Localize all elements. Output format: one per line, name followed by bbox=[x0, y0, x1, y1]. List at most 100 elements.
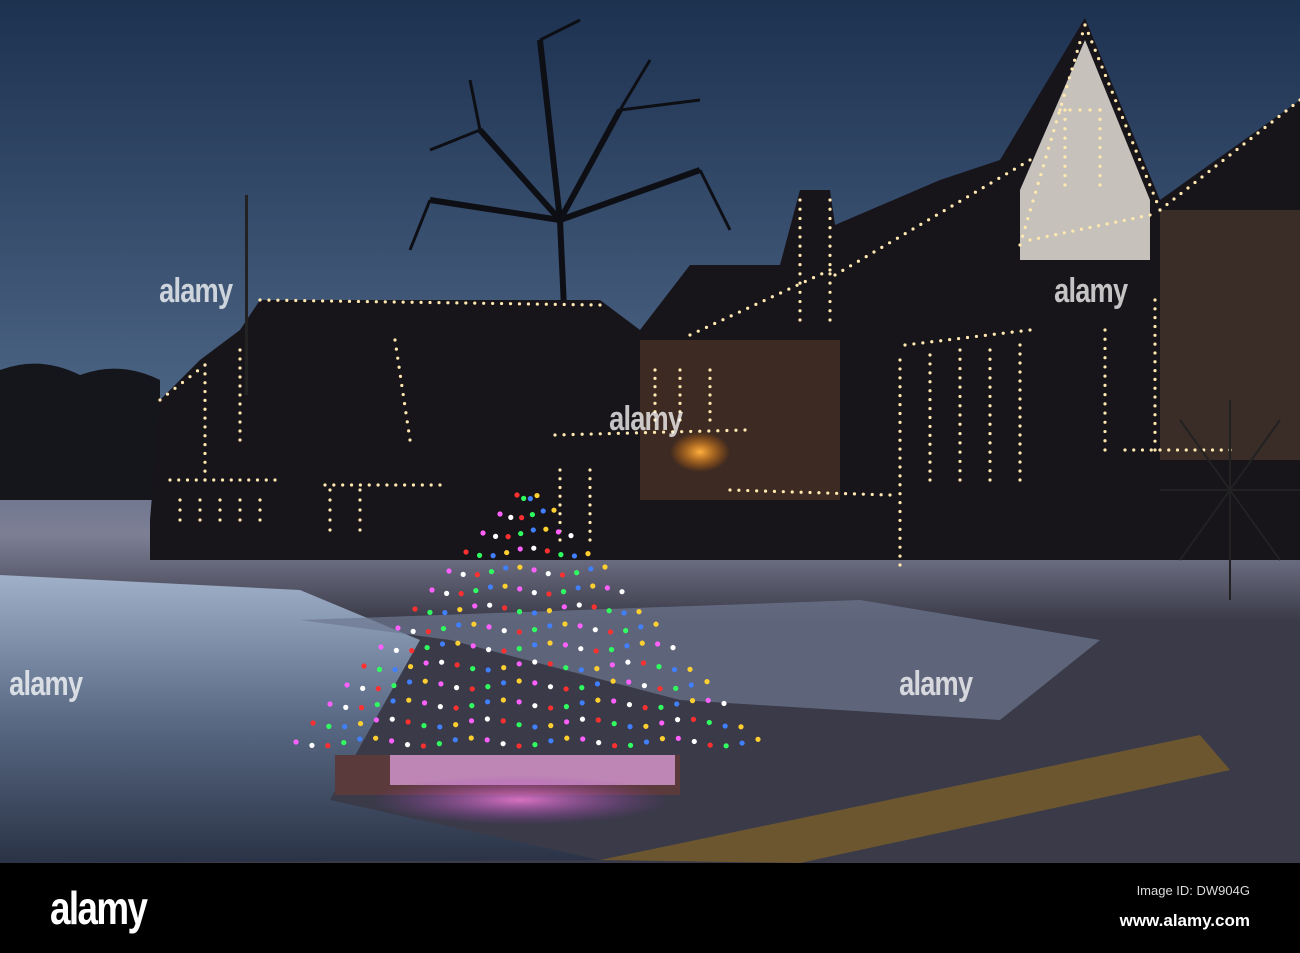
light-bulb bbox=[1005, 172, 1009, 176]
light-bulb bbox=[898, 447, 902, 451]
light-bulb bbox=[948, 338, 952, 342]
light-bulb bbox=[988, 376, 992, 380]
tree-light bbox=[578, 667, 584, 673]
light-bulb bbox=[1120, 115, 1125, 120]
tree-light bbox=[420, 743, 427, 749]
tree-light bbox=[326, 723, 332, 729]
light-bulb bbox=[178, 508, 182, 512]
tree-light bbox=[527, 496, 533, 502]
tree-light bbox=[721, 700, 727, 707]
light-bulb bbox=[347, 299, 352, 303]
light-bulb bbox=[927, 218, 931, 222]
tree-light bbox=[548, 738, 554, 744]
light-bulb bbox=[1063, 174, 1067, 178]
tree-light bbox=[580, 736, 586, 742]
light-bulb bbox=[653, 368, 657, 372]
light-bulb bbox=[1098, 174, 1102, 178]
light-bulb bbox=[1256, 131, 1260, 135]
tree-light bbox=[460, 571, 466, 577]
image-id: Image ID: DW904G bbox=[1136, 883, 1250, 898]
light-bulb bbox=[1277, 114, 1281, 119]
tree-light bbox=[611, 720, 617, 727]
tree-light bbox=[405, 719, 411, 725]
light-bulb bbox=[1153, 342, 1157, 346]
light-bulb bbox=[1153, 377, 1157, 382]
light-bulb bbox=[238, 508, 242, 512]
light-bulb bbox=[856, 259, 861, 263]
light-bulb bbox=[1018, 460, 1022, 464]
light-bulb bbox=[588, 503, 592, 507]
tree-light bbox=[659, 736, 666, 742]
light-bulb bbox=[349, 483, 354, 487]
light-bulb bbox=[798, 207, 802, 211]
tree-light bbox=[391, 682, 397, 689]
tree-light bbox=[531, 610, 538, 616]
light-bulb bbox=[203, 398, 207, 402]
light-bulb bbox=[958, 376, 962, 380]
light-bulb bbox=[989, 181, 993, 185]
light-bulb bbox=[1103, 393, 1107, 397]
tree-light bbox=[293, 739, 299, 745]
tree-light bbox=[626, 701, 633, 708]
tree-light bbox=[576, 602, 582, 608]
tree-light bbox=[484, 716, 490, 722]
light-bulb bbox=[958, 478, 962, 482]
light-bulb bbox=[1107, 82, 1111, 86]
tree-light bbox=[502, 605, 508, 611]
tree-light bbox=[674, 717, 681, 723]
tree-light bbox=[444, 590, 450, 596]
light-bulb bbox=[218, 518, 222, 522]
light-bulb bbox=[1263, 125, 1267, 130]
light-bulb bbox=[928, 389, 932, 393]
light-bulb bbox=[1054, 233, 1058, 237]
tree-light bbox=[469, 703, 475, 709]
light-bulb bbox=[455, 301, 459, 305]
light-bulb bbox=[928, 469, 932, 473]
light-bulb bbox=[898, 402, 902, 407]
light-bulb bbox=[1103, 356, 1107, 360]
tree-light bbox=[516, 629, 523, 635]
light-bulb bbox=[238, 518, 242, 522]
website-link[interactable]: www.alamy.com bbox=[1120, 911, 1250, 931]
light-bulb bbox=[1103, 448, 1107, 452]
tree-light bbox=[341, 739, 347, 746]
light-bulb bbox=[328, 498, 332, 502]
tree-light bbox=[485, 684, 491, 690]
light-bulb bbox=[1063, 136, 1067, 140]
light-bulb bbox=[1131, 141, 1135, 145]
light-bulb bbox=[708, 393, 712, 397]
tree-light bbox=[531, 545, 537, 551]
tree-light bbox=[688, 682, 694, 688]
light-bulb bbox=[203, 389, 207, 394]
tree-light bbox=[421, 700, 428, 706]
light-bulb bbox=[401, 392, 405, 397]
tree-light bbox=[595, 717, 601, 723]
light-bulb bbox=[303, 299, 307, 303]
light-bulb bbox=[898, 367, 902, 371]
light-bulb bbox=[1158, 208, 1162, 212]
light-bulb bbox=[1103, 73, 1108, 78]
tree-light bbox=[571, 553, 578, 559]
light-bulb bbox=[698, 429, 702, 433]
tree-light bbox=[610, 678, 616, 684]
light-bulb bbox=[1098, 183, 1102, 187]
tree-light bbox=[516, 678, 522, 684]
light-bulb bbox=[198, 498, 202, 502]
tree-light bbox=[392, 667, 398, 673]
light-bulb bbox=[928, 353, 932, 357]
tree-light bbox=[407, 663, 414, 670]
light-bulb bbox=[1132, 448, 1136, 452]
tree-light bbox=[410, 628, 416, 634]
light-bulb bbox=[988, 394, 992, 399]
light-bulb bbox=[402, 402, 407, 406]
light-bulb bbox=[828, 281, 832, 285]
tree-light bbox=[463, 549, 469, 555]
tree-light bbox=[429, 587, 435, 593]
light-bulb bbox=[1148, 213, 1152, 217]
tree-light bbox=[543, 526, 549, 532]
light-bulb bbox=[1012, 167, 1017, 171]
tree-light bbox=[485, 699, 491, 705]
light-bulb bbox=[1165, 202, 1169, 207]
tree-light bbox=[325, 743, 331, 749]
light-bulb bbox=[1010, 330, 1014, 334]
